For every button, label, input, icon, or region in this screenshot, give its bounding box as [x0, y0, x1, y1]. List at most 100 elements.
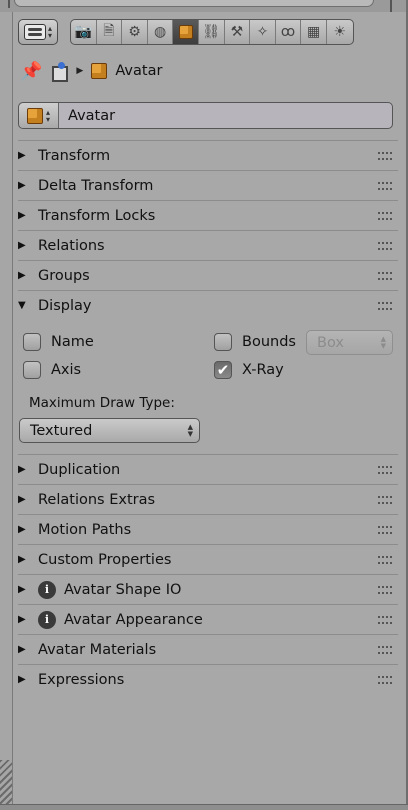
tab-physics[interactable]: ꝏ: [276, 20, 302, 44]
tab-render-layers[interactable]: 🗎: [97, 20, 123, 44]
updown-arrows-icon: ▲ ▼: [380, 334, 386, 350]
top-border: [0, 0, 408, 12]
drag-grip-icon[interactable]: [378, 526, 392, 534]
bounds-type-value: Box: [317, 334, 344, 351]
tab-texture[interactable]: ▦: [301, 20, 327, 44]
panel-header-relations-extras[interactable]: ▶ Relations Extras: [18, 484, 398, 514]
panel-title: Avatar Shape IO: [64, 581, 182, 598]
drag-grip-icon[interactable]: [378, 496, 392, 504]
breadcrumb-object-label: Avatar: [115, 63, 163, 79]
panel-header-groups[interactable]: ▶ Groups: [18, 260, 398, 290]
panel-title: Delta Transform: [38, 177, 154, 194]
panel-header-display[interactable]: ▼ Display: [18, 290, 398, 320]
panel-title: Expressions: [38, 671, 125, 688]
chain-link-icon: ⛓: [202, 24, 221, 40]
drag-grip-icon[interactable]: [378, 242, 392, 250]
tab-modifiers[interactable]: ⚒: [225, 20, 251, 44]
panel-title: Motion Paths: [38, 521, 132, 538]
drag-grip-icon[interactable]: [378, 212, 392, 220]
tab-scene[interactable]: ⚙: [122, 20, 148, 44]
updown-arrows-icon: ▲ ▼: [187, 422, 193, 438]
drag-grip-icon[interactable]: [378, 556, 392, 564]
panel-title: Avatar Appearance: [64, 611, 203, 628]
panel-header-avatar-appearance[interactable]: ▶ i Avatar Appearance: [18, 604, 398, 634]
panel-header-delta-transform[interactable]: ▶ Delta Transform: [18, 170, 398, 200]
object-cube-icon: [91, 63, 108, 79]
panel-header-motion-paths[interactable]: ▶ Motion Paths: [18, 514, 398, 544]
drag-grip-icon[interactable]: [378, 152, 392, 160]
triangle-down-icon: ▼: [18, 300, 26, 311]
panel-title: Relations Extras: [38, 491, 156, 508]
properties-header: ▴ ▾ 📷 🗎 ⚙ ◍ ⛓ ⚒ ✧ ꝏ ▦ ☀: [18, 18, 354, 46]
tab-bones[interactable]: ✧: [250, 20, 276, 44]
triangle-right-icon: ▶: [18, 614, 26, 625]
triangle-right-icon: ▶: [18, 240, 26, 251]
tab-world[interactable]: ◍: [148, 20, 174, 44]
panel-title: Custom Properties: [38, 551, 172, 568]
bounds-checkbox[interactable]: [214, 333, 232, 351]
xray-checkbox[interactable]: ✔: [214, 361, 232, 379]
checker-icon: ▦: [307, 24, 321, 40]
drag-grip-icon[interactable]: [378, 676, 392, 684]
max-draw-type-label: Maximum Draw Type:: [29, 395, 175, 411]
info-icon[interactable]: i: [38, 610, 56, 629]
triangle-right-icon: ▶: [18, 210, 26, 221]
panel-header-avatar-materials[interactable]: ▶ Avatar Materials: [18, 634, 398, 664]
name-option[interactable]: Name: [23, 333, 94, 351]
xray-option[interactable]: ✔ X-Ray: [214, 361, 284, 379]
drag-grip-icon[interactable]: [378, 466, 392, 474]
panel-header-avatar-shape-io[interactable]: ▶ i Avatar Shape IO: [18, 574, 398, 604]
updown-arrows-icon: ▴ ▾: [45, 107, 50, 124]
object-browse-button[interactable]: ▴ ▾: [19, 103, 59, 128]
triangle-right-icon: ▶: [18, 554, 26, 565]
object-data-icon: [50, 62, 69, 82]
tab-render[interactable]: 📷: [71, 20, 97, 44]
area-divider: [8, 0, 10, 8]
lamp-icon: ☀: [333, 24, 347, 40]
bounds-label: Bounds: [242, 334, 296, 350]
axis-option[interactable]: Axis: [23, 361, 81, 379]
editor-type-button[interactable]: ▴ ▾: [18, 19, 58, 45]
panel-header-duplication[interactable]: ▶ Duplication: [18, 454, 398, 484]
panel-title: Groups: [38, 267, 90, 284]
panel-header-transform[interactable]: ▶ Transform: [18, 140, 398, 170]
panel-header-transform-locks[interactable]: ▶ Transform Locks: [18, 200, 398, 230]
panel-header-custom-properties[interactable]: ▶ Custom Properties: [18, 544, 398, 574]
pin-icon[interactable]: 📌: [20, 61, 42, 82]
axis-label: Axis: [51, 362, 82, 378]
triangle-right-icon: ▶: [18, 524, 26, 535]
area-split-handle[interactable]: [0, 760, 12, 804]
drag-grip-icon[interactable]: [378, 302, 392, 310]
triangle-right-icon: ▶: [18, 494, 26, 505]
tab-object[interactable]: [173, 20, 199, 44]
panel-title: Transform: [38, 147, 111, 164]
panel-header-expressions[interactable]: ▶ Expressions: [18, 664, 398, 694]
drag-grip-icon[interactable]: [378, 182, 392, 190]
info-icon[interactable]: i: [38, 580, 56, 599]
max-draw-type-select[interactable]: Textured ▲ ▼: [19, 418, 200, 443]
drag-grip-icon[interactable]: [378, 586, 392, 594]
axis-checkbox[interactable]: [23, 361, 41, 379]
drag-grip-icon[interactable]: [378, 616, 392, 624]
world-icon: ◍: [153, 24, 167, 40]
tab-constraints[interactable]: ⛓: [199, 20, 225, 44]
checkmark-icon: ✔: [216, 361, 230, 379]
drag-grip-icon[interactable]: [378, 272, 392, 280]
object-cube-icon: [178, 25, 193, 39]
physics-icon: ꝏ: [280, 24, 296, 40]
triangle-right-icon: ▶: [18, 270, 26, 281]
tab-particles[interactable]: ☀: [327, 20, 353, 44]
drag-grip-icon[interactable]: [378, 646, 392, 654]
object-name-input[interactable]: [59, 103, 392, 128]
layers-icon: 🗎: [103, 23, 115, 39]
triangle-right-icon: ▶: [18, 464, 26, 475]
name-checkbox[interactable]: [23, 333, 41, 351]
object-cube-icon: [26, 107, 43, 124]
max-draw-type-value: Textured: [30, 422, 93, 439]
panel-header-relations[interactable]: ▶ Relations: [18, 230, 398, 260]
name-label: Name: [51, 334, 94, 350]
bounds-option[interactable]: Bounds: [214, 333, 296, 351]
scene-icon: ⚙: [128, 24, 141, 40]
bone-icon: ✧: [256, 24, 269, 40]
bounds-type-select[interactable]: Box ▲ ▼: [306, 330, 393, 355]
